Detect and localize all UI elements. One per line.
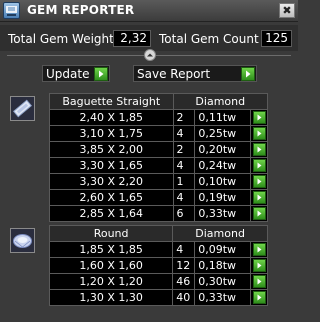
gem-quantity-cell: 46 xyxy=(172,273,196,290)
table-row: 2,60 X 1,65 4 0,19tw xyxy=(49,189,268,206)
row-action-cell xyxy=(250,141,268,158)
round-gem-icon xyxy=(10,228,35,253)
row-action-cell xyxy=(250,189,268,206)
table-row: 1,20 X 1,20 46 0,30tw xyxy=(48,273,268,290)
select-row-arrow-icon[interactable] xyxy=(252,259,266,272)
gem-quantity-cell: 1 xyxy=(172,173,196,190)
row-action-cell xyxy=(250,125,268,142)
gem-quantity-cell: 4 xyxy=(172,125,196,142)
gem-carat-weight-cell: 0,24tw xyxy=(194,157,252,174)
row-action-cell xyxy=(250,109,268,126)
gem-carat-weight-cell: 0,11tw xyxy=(194,109,252,126)
select-row-arrow-icon[interactable] xyxy=(252,207,266,220)
row-action-cell xyxy=(250,157,268,174)
gem-quantity-cell: 6 xyxy=(172,205,196,222)
select-row-arrow-icon[interactable] xyxy=(252,291,266,304)
select-row-arrow-icon[interactable] xyxy=(252,111,266,124)
gem-quantity-cell: 40 xyxy=(172,289,196,306)
gem-size-cell: 2,60 X 1,65 xyxy=(49,189,174,206)
window-title: GEM REPORTER xyxy=(27,3,135,17)
table-row: 3,85 X 2,00 2 0,20tw xyxy=(49,141,268,158)
table-row: 2,85 X 1,64 6 0,33tw xyxy=(49,205,268,222)
collapse-arrow-icon[interactable] xyxy=(144,49,156,61)
table-header-row: Round Diamond xyxy=(48,225,268,242)
gem-quantity-cell: 4 xyxy=(172,241,196,258)
gem-carat-weight-cell: 0,09tw xyxy=(194,241,252,258)
update-button[interactable]: Update xyxy=(42,65,110,82)
gem-quantity-cell: 4 xyxy=(172,189,196,206)
gem-carat-weight-cell: 0,19tw xyxy=(194,189,252,206)
update-button-label: Update xyxy=(46,67,90,81)
select-row-arrow-icon[interactable] xyxy=(252,175,266,188)
gem-type-header: Diamond xyxy=(172,93,269,110)
table-row: 1,30 X 1,30 40 0,33tw xyxy=(48,289,268,306)
row-action-cell xyxy=(250,241,268,258)
row-action-cell xyxy=(250,273,268,290)
gem-type-header: Diamond xyxy=(172,225,268,242)
select-row-arrow-icon[interactable] xyxy=(252,191,266,204)
row-action-cell xyxy=(250,289,268,306)
select-row-arrow-icon[interactable] xyxy=(252,143,266,156)
gem-size-cell: 3,10 X 1,75 xyxy=(49,125,174,142)
table-row: 3,30 X 2,20 1 0,10tw xyxy=(49,173,268,190)
table-row: 1,60 X 1,60 12 0,18tw xyxy=(48,257,268,274)
baguette-gem-icon xyxy=(10,96,35,121)
gem-quantity-cell: 4 xyxy=(172,157,196,174)
gem-carat-weight-cell: 0,30tw xyxy=(194,273,252,290)
total-gem-weight-value: 2,32 xyxy=(113,30,151,47)
shape-header: Round xyxy=(48,225,174,242)
row-action-cell xyxy=(250,257,268,274)
gem-size-cell: 1,85 X 1,85 xyxy=(48,241,174,258)
summary-bar: Total Gem Weight 2,32 Total Gem Count 12… xyxy=(0,25,298,51)
total-gem-count-value: 125 xyxy=(261,30,292,47)
gem-carat-weight-cell: 0,20tw xyxy=(194,141,252,158)
gem-size-cell: 1,20 X 1,20 xyxy=(48,273,174,290)
save-report-button-label: Save Report xyxy=(137,67,211,81)
round-table: Round Diamond 1,85 X 1,85 4 0,09tw 1,60 X 1… xyxy=(48,225,268,306)
table-row: 3,10 X 1,75 4 0,25tw xyxy=(49,125,268,142)
total-gem-count-label: Total Gem Count xyxy=(159,32,259,46)
gem-size-cell: 1,60 X 1,60 xyxy=(48,257,174,274)
shape-header: Baguette Straight xyxy=(49,93,174,110)
row-action-cell xyxy=(250,173,268,190)
gem-quantity-cell: 2 xyxy=(172,109,196,126)
gem-quantity-cell: 12 xyxy=(172,257,196,274)
table-row: 2,40 X 1,85 2 0,11tw xyxy=(49,109,268,126)
gem-reporter-app-icon xyxy=(3,2,20,19)
close-button[interactable]: ✖ xyxy=(279,3,295,18)
gem-size-cell: 2,85 X 1,64 xyxy=(49,205,174,222)
gem-size-cell: 3,85 X 2,00 xyxy=(49,141,174,158)
gem-carat-weight-cell: 0,33tw xyxy=(194,289,252,306)
row-action-cell xyxy=(250,205,268,222)
gem-size-cell: 3,30 X 2,20 xyxy=(49,173,174,190)
baguette-straight-table: Baguette Straight Diamond 2,40 X 1,85 2 0,… xyxy=(49,93,269,222)
table-row: 1,85 X 1,85 4 0,09tw xyxy=(48,241,268,258)
gem-carat-weight-cell: 0,25tw xyxy=(194,125,252,142)
select-row-arrow-icon[interactable] xyxy=(252,159,266,172)
gem-carat-weight-cell: 0,18tw xyxy=(194,257,252,274)
select-row-arrow-icon[interactable] xyxy=(252,275,266,288)
update-go-arrow-icon[interactable] xyxy=(94,67,108,81)
save-report-go-arrow-icon[interactable] xyxy=(241,67,255,81)
gem-quantity-cell: 2 xyxy=(172,141,196,158)
gem-size-cell: 1,30 X 1,30 xyxy=(48,289,174,306)
table-row: 3,30 X 1,65 4 0,24tw xyxy=(49,157,268,174)
gem-carat-weight-cell: 0,33tw xyxy=(194,205,252,222)
gem-size-cell: 2,40 X 1,85 xyxy=(49,109,174,126)
select-row-arrow-icon[interactable] xyxy=(252,243,266,256)
table-header-row: Baguette Straight Diamond xyxy=(49,93,269,110)
gem-carat-weight-cell: 0,10tw xyxy=(194,173,252,190)
total-gem-weight-label: Total Gem Weight xyxy=(8,32,114,46)
save-report-button[interactable]: Save Report xyxy=(133,65,257,82)
gem-size-cell: 3,30 X 1,65 xyxy=(49,157,174,174)
title-bar: GEM REPORTER ✖ xyxy=(0,0,298,22)
select-row-arrow-icon[interactable] xyxy=(252,127,266,140)
